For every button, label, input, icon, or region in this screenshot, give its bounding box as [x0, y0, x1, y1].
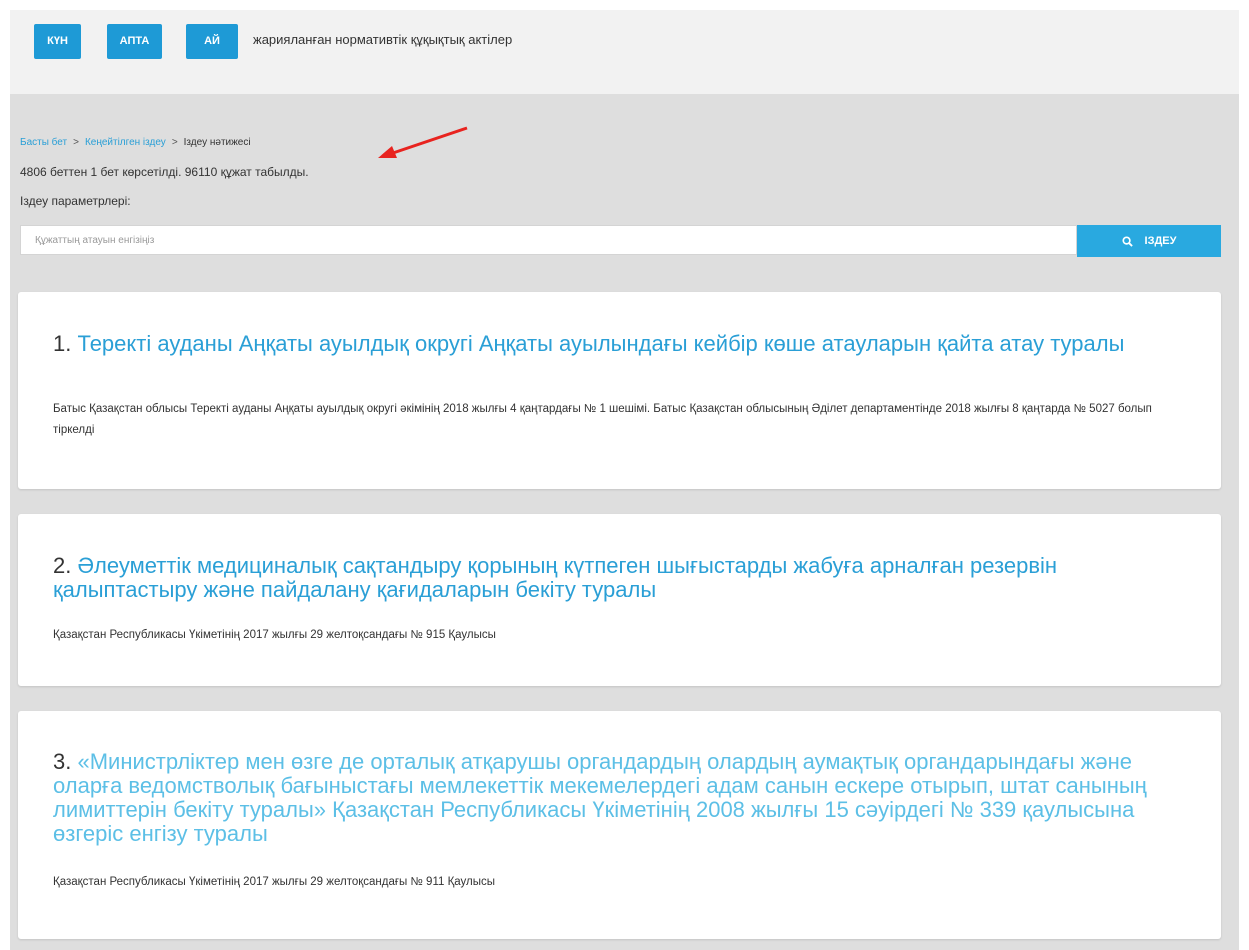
breadcrumb: Басты бет > Кеңейтілген іздеу > Іздеу нәтиже…: [20, 137, 251, 148]
period-caption: жарияланған нормативтік құқықтық актілер: [253, 32, 513, 47]
result-title: 3. «Министрліктер мен өзге де орталық ат…: [53, 750, 1161, 846]
breadcrumb-home-link[interactable]: Басты бет: [20, 137, 67, 148]
result-number: 1.: [53, 331, 72, 356]
period-day-button[interactable]: КҮН: [34, 24, 81, 59]
breadcrumb-separator: >: [73, 137, 79, 148]
breadcrumb-advanced-search-link[interactable]: Кеңейтілген іздеу: [85, 137, 166, 148]
period-filter-bar: КҮН АПТА АЙ жарияланған нормативтік құқы…: [10, 10, 1239, 94]
search-field[interactable]: [20, 225, 1077, 255]
result-title: 1. Теректі ауданы Аңқаты ауылдық округі …: [53, 332, 1161, 356]
result-description: Қазақстан Республикасы Үкіметінің 2017 ж…: [53, 629, 496, 641]
result-title: 2. Әлеуметтік медициналық сақтандыру қор…: [53, 554, 1161, 602]
search-params-label: Іздеу параметрлері:: [20, 194, 131, 208]
search-button-label: ІЗДЕУ: [1144, 235, 1177, 247]
result-title-link[interactable]: «Министрліктер мен өзге де орталық атқар…: [53, 749, 1147, 846]
result-number: 2.: [53, 553, 72, 578]
result-card: 1. Теректі ауданы Аңқаты ауылдық округі …: [18, 292, 1221, 489]
search-icon: [1121, 235, 1133, 247]
period-week-button[interactable]: АПТА: [107, 24, 162, 59]
result-number: 3.: [53, 749, 72, 774]
result-card: 2. Әлеуметтік медициналық сақтандыру қор…: [18, 514, 1221, 686]
breadcrumb-current: Іздеу нәтижесі: [183, 137, 251, 148]
result-description: Батыс Қазақстан облысы Теректі ауданы Аң…: [53, 403, 1152, 436]
search-button[interactable]: ІЗДЕУ: [1077, 225, 1221, 257]
search-results-area: Басты бет > Кеңейтілген іздеу > Іздеу нәтиже…: [10, 94, 1239, 950]
result-card: 3. «Министрліктер мен өзге де орталық ат…: [18, 711, 1221, 939]
result-title-link[interactable]: Әлеуметтік медициналық сақтандыру қорыны…: [53, 553, 1057, 602]
annotation-arrow-icon: [378, 126, 468, 158]
period-month-button[interactable]: АЙ: [186, 24, 238, 59]
results-summary: 4806 беттен 1 бет көрсетілді. 96110 құжа…: [20, 165, 309, 179]
breadcrumb-separator: >: [171, 137, 178, 148]
result-title-link[interactable]: Теректі ауданы Аңқаты ауылдық округі Аңқ…: [77, 331, 1124, 356]
result-description: Қазақстан Республикасы Үкіметінің 2017 ж…: [53, 876, 496, 888]
search-input[interactable]: [21, 226, 1076, 254]
